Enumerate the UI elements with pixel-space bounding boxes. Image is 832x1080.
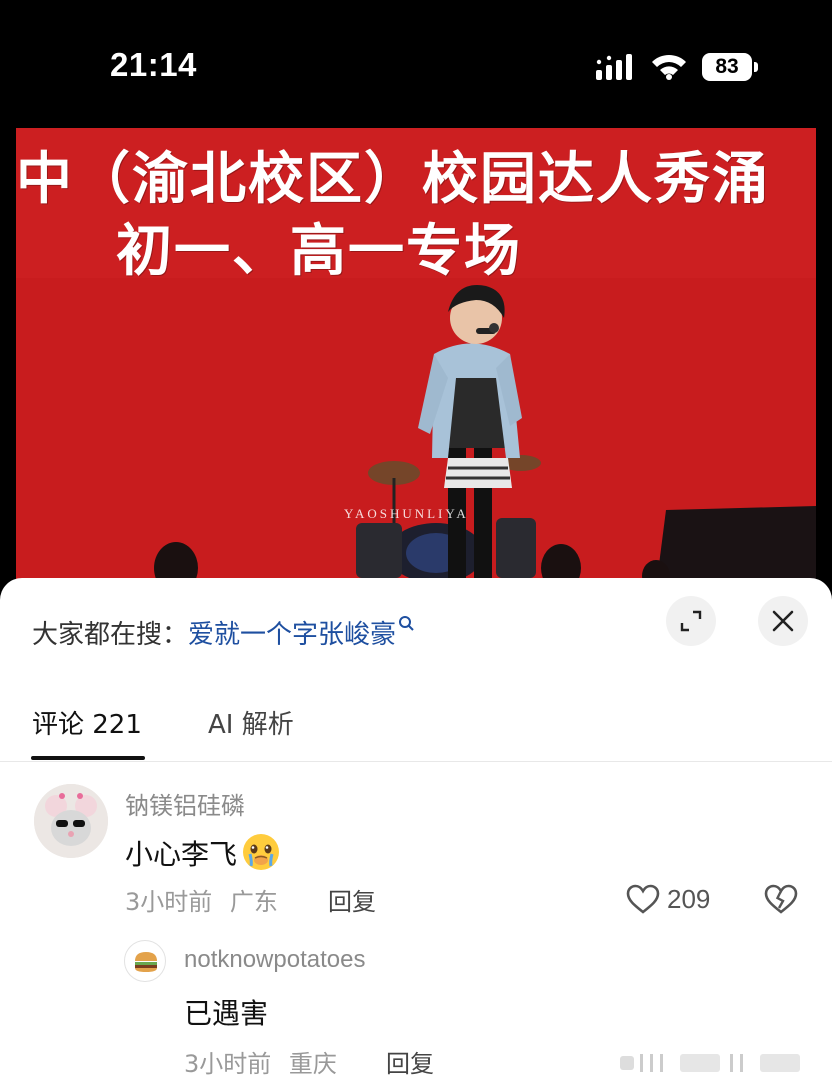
battery-indicator: 83 xyxy=(702,53,758,81)
comment-location: 广东 xyxy=(229,888,278,916)
close-icon xyxy=(772,610,794,632)
like-count: 209 xyxy=(667,884,711,914)
battery-cap xyxy=(754,62,758,72)
crying-face-emoji-icon xyxy=(243,834,280,870)
tab-bar: 评论 221 AI 解析 xyxy=(0,690,832,762)
reply-location: 重庆 xyxy=(288,1050,337,1078)
close-button[interactable] xyxy=(758,596,808,646)
avatar[interactable] xyxy=(124,940,166,982)
burger-avatar-icon xyxy=(135,952,157,972)
video-player[interactable]: 中（渝北校区）校园达人秀涌 初一、高一专场 YAOSHUNLIYA xyxy=(16,128,816,588)
active-tab-indicator xyxy=(31,756,145,760)
reply-time: 3小时前 xyxy=(184,1050,272,1078)
banner-subtitle: 初一、高一专场 xyxy=(116,219,522,284)
search-icon xyxy=(399,616,414,631)
comment-body: 小心李飞 xyxy=(125,838,238,871)
reply-text: 已遇害 xyxy=(184,997,269,1030)
banner-title: 中（渝北校区）校园达人秀涌 xyxy=(16,147,770,212)
trending-search[interactable]: 大家都在搜：爱就一个字张峻豪 xyxy=(32,614,416,651)
reply-button[interactable]: 回复 xyxy=(386,1044,434,1079)
mouse-avatar-icon xyxy=(34,784,108,858)
reply-meta: 3小时前 重庆 xyxy=(184,1044,347,1079)
comments-sheet: 大家都在搜：爱就一个字张峻豪 评论 221 AI 解析 钠镁铝硅磷 小心李飞 3… xyxy=(0,578,832,1080)
reply-button[interactable]: 回复 xyxy=(328,882,376,917)
tab-ai-analysis[interactable]: AI 解析 xyxy=(208,704,294,741)
reply-username[interactable]: notknowpotatoes xyxy=(184,946,365,974)
battery-level: 83 xyxy=(702,53,752,81)
comment-text: 小心李飞 xyxy=(125,832,281,873)
expand-icon xyxy=(680,610,702,632)
cellular-signal-icon xyxy=(596,54,632,80)
trending-search-keyword[interactable]: 爱就一个字张峻豪 xyxy=(188,620,396,650)
tab-comments[interactable]: 评论 221 xyxy=(32,704,142,741)
status-bar: 21:14 83 xyxy=(0,0,832,128)
comment-time: 3小时前 xyxy=(125,888,213,916)
comment-meta: 3小时前 广东 xyxy=(125,882,288,917)
expand-button[interactable] xyxy=(666,596,716,646)
trending-search-prefix: 大家都在搜： xyxy=(32,620,189,650)
heart-icon[interactable] xyxy=(626,884,660,914)
broken-heart-icon[interactable] xyxy=(764,884,798,914)
comment-username[interactable]: 钠镁铝硅磷 xyxy=(125,786,245,821)
clock: 21:14 xyxy=(110,46,197,83)
wifi-icon xyxy=(652,54,686,80)
avatar[interactable] xyxy=(34,784,108,858)
video-watermark: YAOSHUNLIYA xyxy=(344,506,469,521)
weibo-watermark-icon xyxy=(620,1054,800,1072)
